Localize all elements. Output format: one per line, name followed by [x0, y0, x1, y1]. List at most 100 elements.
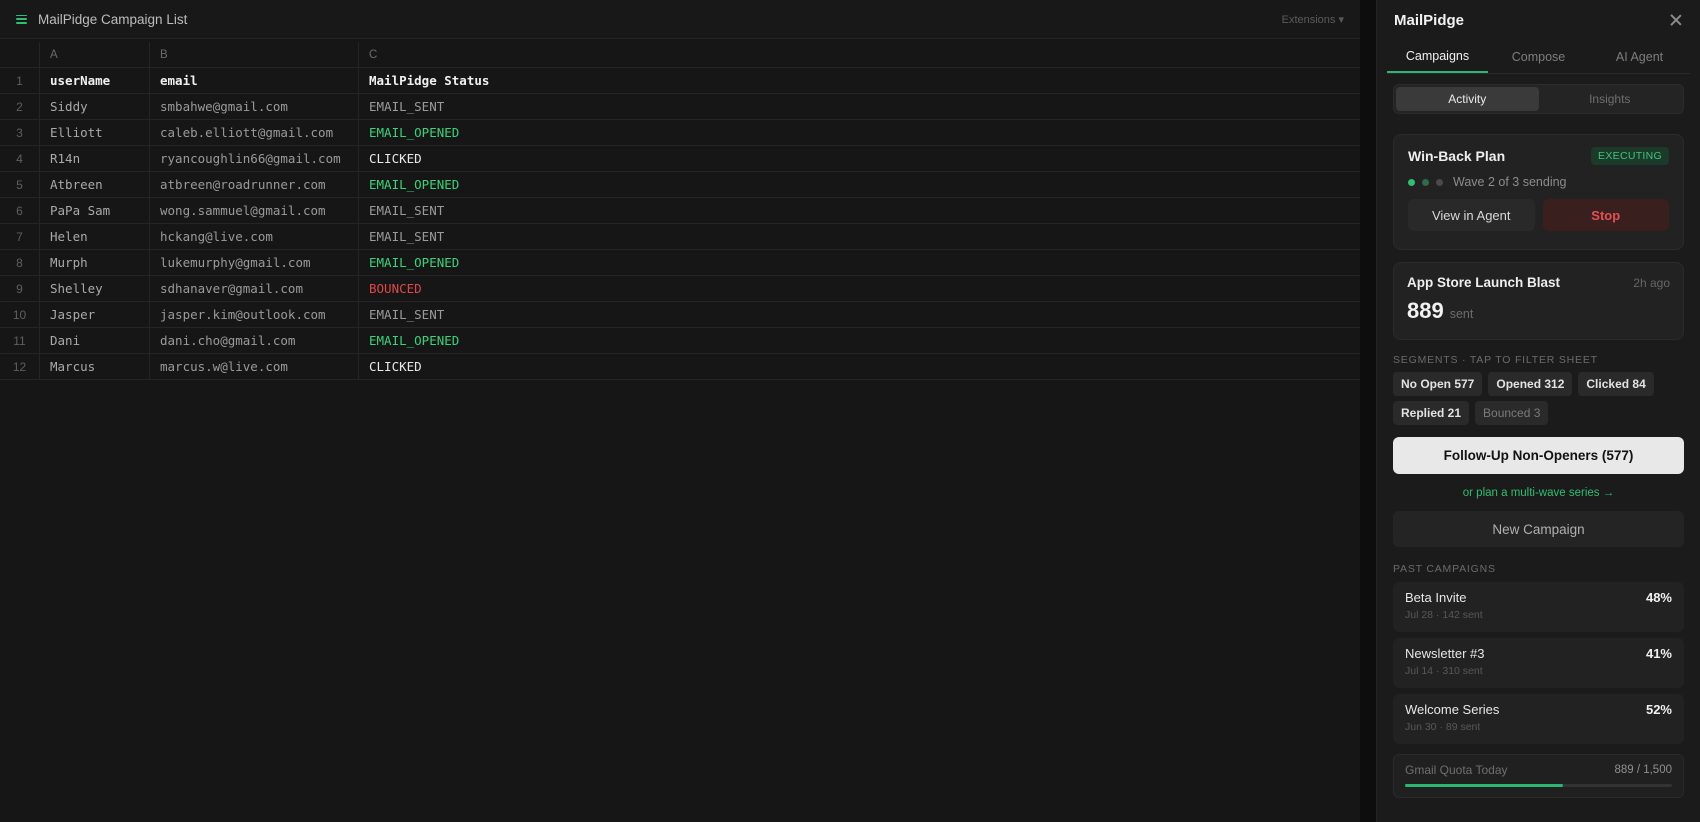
toggle-insights[interactable]: Insights — [1539, 87, 1682, 111]
stop-button[interactable]: Stop — [1542, 199, 1669, 231]
campaign-time: 2h ago — [1633, 275, 1670, 290]
cell-status[interactable]: EMAIL_OPENED — [359, 250, 1360, 275]
table-row: 3 Elliott caleb.elliott@gmail.com EMAIL_OPE… — [0, 120, 1360, 146]
sent-count: 889 — [1407, 298, 1444, 323]
column-header-row: A B C — [0, 42, 1360, 68]
tab-compose[interactable]: Compose — [1488, 40, 1589, 73]
column-header-c[interactable]: C — [359, 42, 1360, 67]
cell-username[interactable]: Atbreen — [40, 172, 150, 197]
row-number[interactable]: 8 — [0, 250, 40, 275]
cell-username[interactable]: Shelley — [40, 276, 150, 301]
campaign-summary-card[interactable]: App Store Launch Blast 2h ago 889 sent — [1393, 262, 1684, 340]
multi-wave-link[interactable]: or plan a multi-wave series → — [1377, 487, 1700, 499]
row-number[interactable]: 10 — [0, 302, 40, 327]
past-campaign-item[interactable]: Newsletter #3 41% Jul 14 · 310 sent — [1393, 638, 1684, 688]
cell-username[interactable]: userName — [40, 68, 150, 93]
cell-status[interactable]: EMAIL_OPENED — [359, 328, 1360, 353]
tab-ai-agent[interactable]: AI Agent — [1589, 40, 1690, 73]
quota-progress-fill — [1405, 784, 1564, 787]
toggle-activity[interactable]: Activity — [1396, 87, 1539, 111]
cell-email[interactable]: smbahwe@gmail.com — [150, 94, 359, 119]
cell-email[interactable]: caleb.elliott@gmail.com — [150, 120, 359, 145]
corner-cell[interactable] — [0, 42, 40, 67]
new-campaign-button[interactable]: New Campaign — [1393, 511, 1684, 547]
cell-username[interactable]: R14n — [40, 146, 150, 171]
past-campaign-item[interactable]: Beta Invite 48% Jul 28 · 142 sent — [1393, 582, 1684, 632]
row-number[interactable]: 9 — [0, 276, 40, 301]
cell-status[interactable]: CLICKED — [359, 146, 1360, 171]
cell-username[interactable]: Jasper — [40, 302, 150, 327]
cell-username[interactable]: Elliott — [40, 120, 150, 145]
extensions-menu[interactable]: Extensions ▾ — [1282, 13, 1344, 26]
segment-chip-opened[interactable]: Opened 312 — [1488, 372, 1573, 396]
panel-header: MailPidge — [1377, 0, 1700, 40]
table-row: 7 Helen hckang@live.com EMAIL_SENT — [0, 224, 1360, 250]
cell-email[interactable]: sdhanaver@gmail.com — [150, 276, 359, 301]
panel-tabs: Campaigns Compose AI Agent — [1387, 40, 1690, 74]
table-row: 12 Marcus marcus.w@live.com CLICKED — [0, 354, 1360, 380]
quota-progress-bar — [1405, 784, 1672, 787]
table-row: 5 Atbreen atbreen@roadrunner.com EMAIL_OPEN… — [0, 172, 1360, 198]
past-campaign-rate: 52% — [1645, 702, 1672, 717]
segment-chips: No Open 577 Opened 312 Clicked 84 Replie… — [1393, 372, 1684, 425]
row-number[interactable]: 1 — [0, 68, 40, 93]
row-number[interactable]: 6 — [0, 198, 40, 223]
row-number[interactable]: 12 — [0, 354, 40, 379]
campaign-name: App Store Launch Blast — [1407, 275, 1561, 290]
table-row: 10 Jasper jasper.kim@outlook.com EMAIL_SENT — [0, 302, 1360, 328]
segment-chip-bounced[interactable]: Bounced 3 — [1475, 401, 1549, 425]
row-number[interactable]: 3 — [0, 120, 40, 145]
row-number[interactable]: 2 — [0, 94, 40, 119]
cell-username[interactable]: Dani — [40, 328, 150, 353]
cell-username[interactable]: Marcus — [40, 354, 150, 379]
column-header-b[interactable]: B — [150, 42, 359, 67]
segment-chip-clicked[interactable]: Clicked 84 — [1578, 372, 1654, 396]
cell-email[interactable]: dani.cho@gmail.com — [150, 328, 359, 353]
tab-campaigns[interactable]: Campaigns — [1387, 40, 1488, 73]
close-icon[interactable] — [1669, 13, 1683, 27]
cell-email[interactable]: lukemurphy@gmail.com — [150, 250, 359, 275]
cell-email[interactable]: hckang@live.com — [150, 224, 359, 249]
view-in-agent-button[interactable]: View in Agent — [1408, 199, 1535, 231]
cell-status[interactable]: EMAIL_SENT — [359, 94, 1360, 119]
cell-status[interactable]: EMAIL_SENT — [359, 302, 1360, 327]
row-number[interactable]: 7 — [0, 224, 40, 249]
cell-username[interactable]: Siddy — [40, 94, 150, 119]
cell-email[interactable]: jasper.kim@outlook.com — [150, 302, 359, 327]
past-campaign-list: Beta Invite 48% Jul 28 · 142 sent Newsle… — [1377, 582, 1700, 744]
row-number[interactable]: 5 — [0, 172, 40, 197]
cell-status[interactable]: BOUNCED — [359, 276, 1360, 301]
top-bar: MailPidge Campaign List Extensions ▾ — [0, 0, 1360, 39]
menu-icon[interactable] — [16, 14, 27, 24]
row-number[interactable]: 4 — [0, 146, 40, 171]
cell-email[interactable]: email — [150, 68, 359, 93]
mailpidge-sidebar: MailPidge Campaigns Compose AI Agent Act… — [1376, 0, 1700, 822]
cell-status[interactable]: CLICKED — [359, 354, 1360, 379]
cell-status[interactable]: EMAIL_SENT — [359, 198, 1360, 223]
wave-status-text: Wave 2 of 3 sending — [1453, 175, 1567, 189]
past-campaign-rate: 41% — [1645, 646, 1672, 661]
segment-chip-replied[interactable]: Replied 21 — [1393, 401, 1470, 425]
cell-status[interactable]: MailPidge Status — [359, 68, 1360, 93]
cell-email[interactable]: marcus.w@live.com — [150, 354, 359, 379]
column-header-a[interactable]: A — [40, 42, 150, 67]
cell-status[interactable]: EMAIL_SENT — [359, 224, 1360, 249]
follow-up-button[interactable]: Follow-Up Non-Openers (577) — [1393, 437, 1684, 474]
cell-email[interactable]: wong.sammuel@gmail.com — [150, 198, 359, 223]
cell-username[interactable]: PaPa Sam — [40, 198, 150, 223]
past-campaign-item[interactable]: Welcome Series 52% Jun 30 · 89 sent — [1393, 694, 1684, 744]
cell-email[interactable]: ryancoughlin66@gmail.com — [150, 146, 359, 171]
quota-value: 889 / 1,500 — [1614, 764, 1672, 776]
table-row: 2 Siddy smbahwe@gmail.com EMAIL_SENT — [0, 94, 1360, 120]
cell-status[interactable]: EMAIL_OPENED — [359, 172, 1360, 197]
segment-chip-no-open[interactable]: No Open 577 — [1393, 372, 1483, 396]
wave-dot-1 — [1408, 178, 1415, 186]
table-row: 6 PaPa Sam wong.sammuel@gmail.com EMAIL_SEN… — [0, 198, 1360, 224]
past-campaign-meta: Jul 28 · 142 sent — [1405, 609, 1483, 621]
past-campaign-meta: Jun 30 · 89 sent — [1405, 721, 1481, 733]
cell-username[interactable]: Murph — [40, 250, 150, 275]
row-number[interactable]: 11 — [0, 328, 40, 353]
cell-username[interactable]: Helen — [40, 224, 150, 249]
cell-email[interactable]: atbreen@roadrunner.com — [150, 172, 359, 197]
cell-status[interactable]: EMAIL_OPENED — [359, 120, 1360, 145]
